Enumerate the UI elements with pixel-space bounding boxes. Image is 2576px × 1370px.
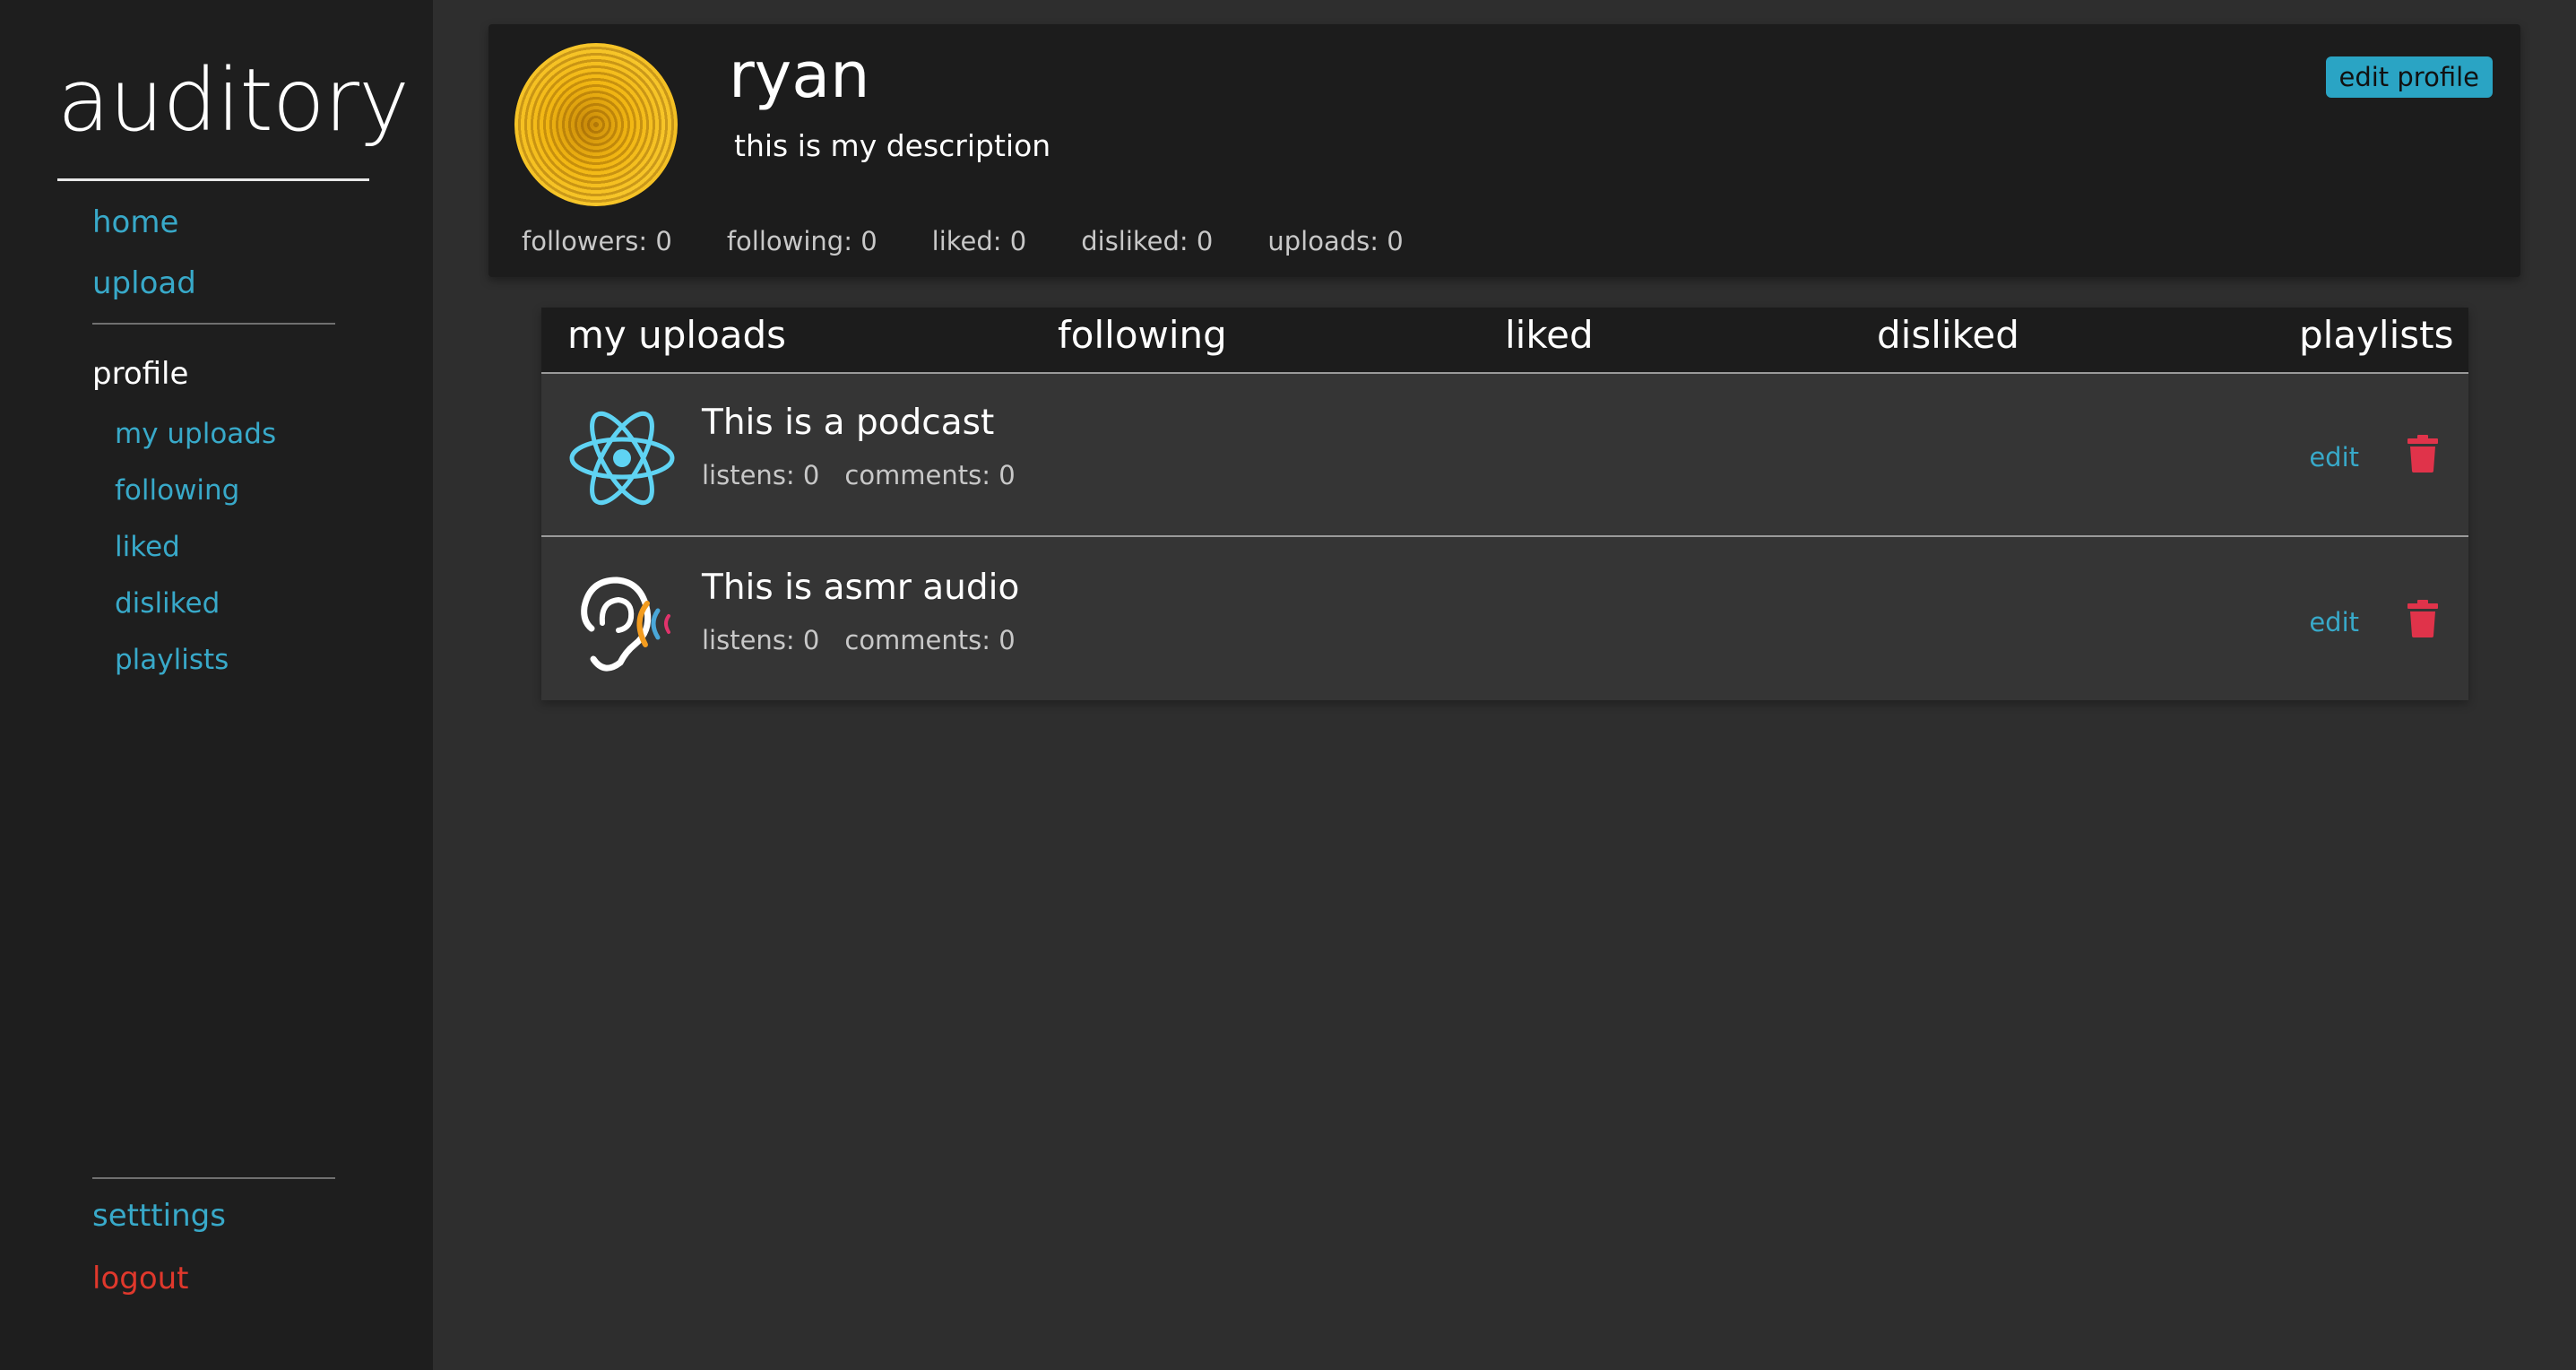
ear-sound-icon bbox=[581, 577, 670, 672]
listens-count: listens: 0 bbox=[702, 625, 820, 655]
trash-icon[interactable] bbox=[2407, 435, 2438, 473]
profile-description: this is my description bbox=[734, 128, 1051, 163]
upload-row[interactable]: This is a podcast listens: 0 comments: 0 … bbox=[541, 372, 2468, 535]
nav-my-uploads[interactable]: my uploads bbox=[115, 418, 276, 450]
nav-playlists[interactable]: playlists bbox=[115, 644, 229, 676]
profile-tabs: my uploads following liked disliked play… bbox=[541, 308, 2468, 374]
disliked-count: disliked: 0 bbox=[1081, 226, 1214, 256]
liked-count: liked: 0 bbox=[931, 226, 1027, 256]
listens-count: listens: 0 bbox=[702, 460, 820, 490]
profile-card: ryan this is my description edit profile… bbox=[488, 24, 2520, 277]
comments-count: comments: 0 bbox=[844, 625, 1016, 655]
nav-following[interactable]: following bbox=[115, 474, 239, 507]
tab-my-uploads[interactable]: my uploads bbox=[567, 313, 786, 357]
tab-following[interactable]: following bbox=[1058, 313, 1227, 357]
upload-meta: listens: 0 comments: 0 bbox=[702, 460, 1041, 490]
sidebar: auditory home upload profile my uploads … bbox=[0, 0, 433, 1370]
avatar bbox=[514, 43, 678, 206]
tab-disliked[interactable]: disliked bbox=[1877, 313, 2019, 357]
nav-bottom-divider bbox=[92, 1177, 335, 1179]
tab-liked[interactable]: liked bbox=[1505, 313, 1594, 357]
logo-divider bbox=[57, 178, 369, 181]
edit-profile-button[interactable]: edit profile bbox=[2325, 56, 2493, 98]
logout-button[interactable]: logout bbox=[92, 1261, 189, 1296]
edit-upload-button[interactable]: edit bbox=[2309, 442, 2359, 473]
nav-profile-heading: profile bbox=[92, 356, 189, 392]
nav-liked[interactable]: liked bbox=[115, 531, 180, 563]
upload-row[interactable]: This is asmr audio listens: 0 comments: 0… bbox=[541, 537, 2468, 700]
nav-home[interactable]: home bbox=[92, 204, 178, 240]
app-logo[interactable]: auditory bbox=[57, 47, 410, 154]
upload-meta: listens: 0 comments: 0 bbox=[702, 625, 1041, 655]
nav-upload[interactable]: upload bbox=[92, 265, 196, 301]
following-count[interactable]: following: 0 bbox=[727, 226, 877, 256]
profile-username: ryan bbox=[729, 39, 870, 112]
uploads-count: uploads: 0 bbox=[1267, 226, 1404, 256]
profile-stats: followers: 0 following: 0 liked: 0 disli… bbox=[522, 226, 1458, 256]
upload-title[interactable]: This is asmr audio bbox=[702, 568, 1019, 608]
followers-count[interactable]: followers: 0 bbox=[522, 226, 672, 256]
react-atom-icon bbox=[569, 411, 675, 506]
nav-disliked[interactable]: disliked bbox=[115, 587, 220, 620]
uploads-panel: my uploads following liked disliked play… bbox=[541, 308, 2468, 700]
comments-count: comments: 0 bbox=[844, 460, 1016, 490]
upload-title[interactable]: This is a podcast bbox=[702, 403, 994, 443]
trash-icon[interactable] bbox=[2407, 600, 2438, 637]
edit-upload-button[interactable]: edit bbox=[2309, 607, 2359, 637]
tab-playlists[interactable]: playlists bbox=[2299, 313, 2454, 357]
nav-settings[interactable]: setttings bbox=[92, 1198, 226, 1234]
nav-divider bbox=[92, 323, 335, 325]
